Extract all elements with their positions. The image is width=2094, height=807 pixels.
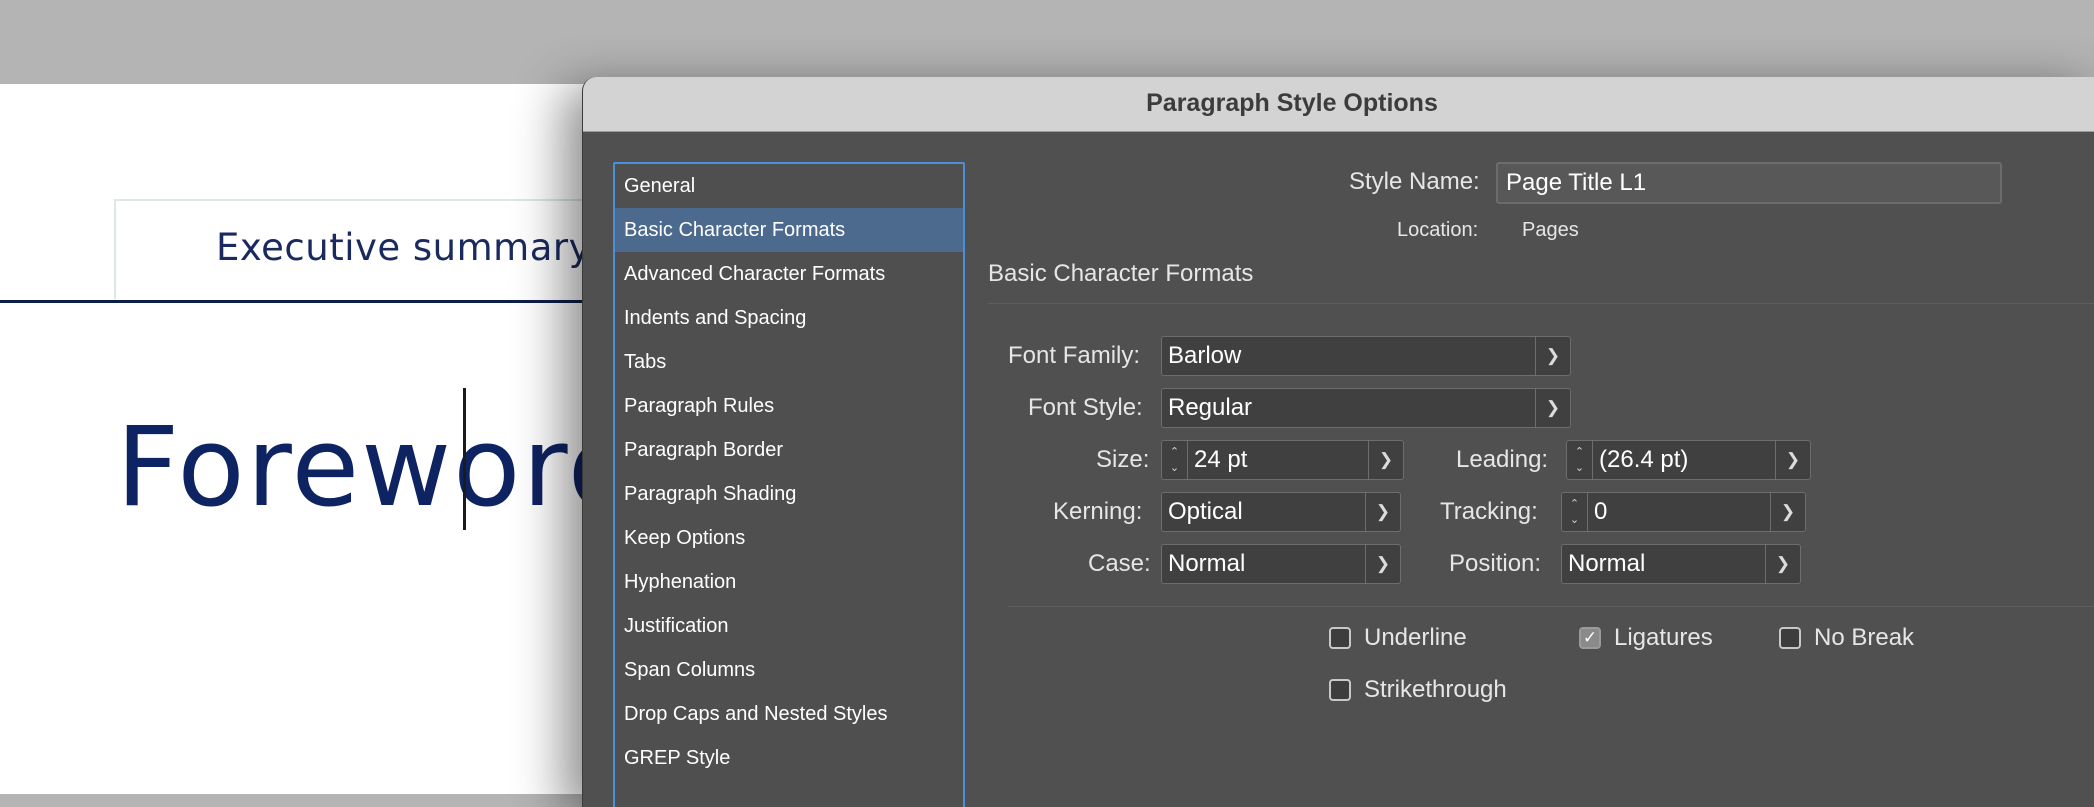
style-name-label: Style Name: <box>1349 168 1480 195</box>
category-tabs[interactable]: Tabs <box>615 340 963 384</box>
checkbox-divider <box>1008 606 2094 607</box>
stepper-arrows-icon[interactable]: ⌃ ⌄ <box>1562 493 1588 531</box>
chevron-down-icon[interactable]: ❯ <box>1365 493 1400 531</box>
category-paragraph-border[interactable]: Paragraph Border <box>615 428 963 472</box>
chevron-down-icon[interactable]: ❯ <box>1365 545 1400 583</box>
category-paragraph-rules[interactable]: Paragraph Rules <box>615 384 963 428</box>
stepper-arrows-icon[interactable]: ⌃ ⌄ <box>1567 441 1593 479</box>
chevron-down-icon[interactable]: ❯ <box>1765 545 1800 583</box>
leading-combo[interactable]: ⌃ ⌄ (26.4 pt) ❯ <box>1566 440 1811 480</box>
font-style-dropdown[interactable]: Regular ❯ <box>1161 388 1571 428</box>
category-general[interactable]: General <box>615 164 963 208</box>
no-break-checkbox[interactable] <box>1779 627 1801 649</box>
section-title: Basic Character Formats <box>988 260 1254 287</box>
underline-checkbox[interactable] <box>1329 627 1351 649</box>
category-indents-and-spacing[interactable]: Indents and Spacing <box>615 296 963 340</box>
category-justification[interactable]: Justification <box>615 604 963 648</box>
case-dropdown[interactable]: Normal ❯ <box>1161 544 1401 584</box>
section-divider <box>988 303 2094 304</box>
category-advanced-character-formats[interactable]: Advanced Character Formats <box>615 252 963 296</box>
header-rule <box>0 300 600 303</box>
category-grep-style[interactable]: GREP Style <box>615 736 963 780</box>
category-list[interactable]: General Basic Character Formats Advanced… <box>613 162 965 807</box>
case-label: Case: <box>1088 550 1151 577</box>
strikethrough-checkbox[interactable] <box>1329 679 1351 701</box>
category-hyphenation[interactable]: Hyphenation <box>615 560 963 604</box>
position-label: Position: <box>1449 550 1542 577</box>
font-family-label: Font Family: <box>1008 342 1141 369</box>
size-value: 24 pt <box>1194 446 1248 473</box>
dialog-title: Paragraph Style Options <box>1146 89 1438 117</box>
font-family-value: Barlow <box>1168 342 1242 369</box>
tracking-label: Tracking: <box>1440 498 1538 525</box>
no-break-label[interactable]: No Break <box>1814 624 1914 652</box>
stepper-arrows-icon[interactable]: ⌃ ⌄ <box>1162 441 1188 479</box>
strikethrough-label[interactable]: Strikethrough <box>1364 676 1507 704</box>
leading-label: Leading: <box>1456 446 1549 473</box>
kerning-dropdown[interactable]: Optical ❯ <box>1161 492 1401 532</box>
ligatures-label[interactable]: Ligatures <box>1614 624 1713 652</box>
chevron-down-icon[interactable]: ❯ <box>1535 337 1570 375</box>
tracking-value: 0 <box>1594 498 1608 525</box>
font-style-value: Regular <box>1168 394 1253 421</box>
category-basic-character-formats[interactable]: Basic Character Formats <box>615 208 963 252</box>
font-family-dropdown[interactable]: Barlow ❯ <box>1161 336 1571 376</box>
position-dropdown[interactable]: Normal ❯ <box>1561 544 1801 584</box>
case-value: Normal <box>1168 550 1246 577</box>
font-style-label: Font Style: <box>1028 394 1143 421</box>
kerning-label: Kerning: <box>1053 498 1143 525</box>
category-paragraph-shading[interactable]: Paragraph Shading <box>615 472 963 516</box>
chevron-down-icon[interactable]: ❯ <box>1775 441 1810 479</box>
tracking-combo[interactable]: ⌃ ⌄ 0 ❯ <box>1561 492 1806 532</box>
underline-label[interactable]: Underline <box>1364 624 1467 652</box>
section-tab-label[interactable]: Executive summary <box>216 226 591 269</box>
style-name-input[interactable]: Page Title L1 <box>1496 162 2002 204</box>
text-cursor <box>463 388 466 530</box>
chevron-down-icon[interactable]: ❯ <box>1770 493 1805 531</box>
page-heading[interactable]: Foreword <box>116 402 640 532</box>
ligatures-checkbox[interactable]: ✓ <box>1579 627 1601 649</box>
location-label: Location: <box>1397 219 1479 241</box>
category-span-columns[interactable]: Span Columns <box>615 648 963 692</box>
category-keep-options[interactable]: Keep Options <box>615 516 963 560</box>
leading-value: (26.4 pt) <box>1599 446 1689 473</box>
location-value: Pages <box>1522 219 1579 241</box>
position-value: Normal <box>1568 550 1646 577</box>
paragraph-style-options-dialog: Paragraph Style Options General Basic Ch… <box>582 77 2094 807</box>
size-combo[interactable]: ⌃ ⌄ 24 pt ❯ <box>1161 440 1404 480</box>
category-drop-caps-nested-styles[interactable]: Drop Caps and Nested Styles <box>615 692 963 736</box>
chevron-down-icon[interactable]: ❯ <box>1535 389 1570 427</box>
chevron-down-icon[interactable]: ❯ <box>1368 441 1403 479</box>
dialog-titlebar[interactable]: Paragraph Style Options <box>583 77 2094 132</box>
kerning-value: Optical <box>1168 498 1243 525</box>
size-label: Size: <box>1096 446 1150 473</box>
